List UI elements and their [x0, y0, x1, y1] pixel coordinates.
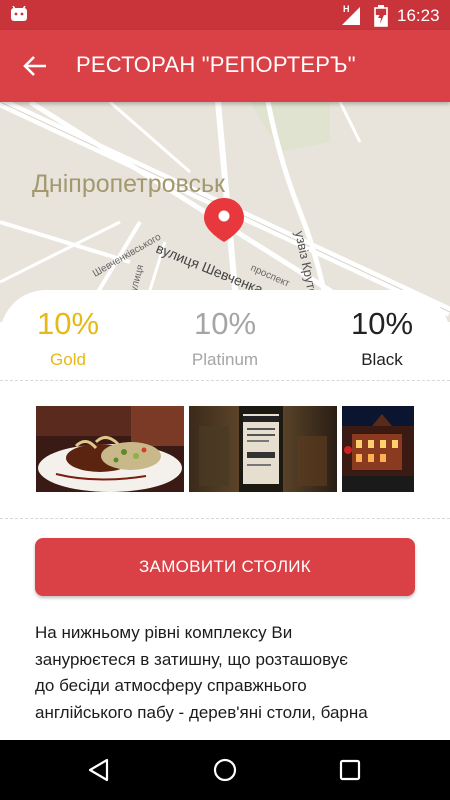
system-nav-bar: [0, 740, 450, 800]
bottle-photo[interactable]: [189, 406, 337, 492]
photo-gallery[interactable]: [36, 406, 450, 492]
nav-back-icon[interactable]: [84, 755, 114, 785]
map-view[interactable]: узвіз Крутогірний вулиця Шевченка проспе…: [0, 102, 450, 322]
map-roads: узвіз Крутогірний вулиця Шевченка проспе…: [0, 102, 450, 322]
restaurant-description: На нижньому рівні комплексу Ви занурюєте…: [35, 620, 425, 726]
tier-label: Black: [361, 350, 403, 369]
app-bar: РЕСТОРАН "РЕПОРТЕРЪ": [0, 30, 450, 102]
description-line: На нижньому рівні комплексу Ви: [35, 623, 293, 642]
description-line: до бесіди атмосферу справжнього: [35, 676, 307, 695]
description-line: занурюєтеся в затишну, що розташовує: [35, 649, 348, 669]
page-title: РЕСТОРАН "РЕПОРТЕРЪ": [76, 52, 356, 77]
tier-gold: 10% Gold: [3, 304, 133, 370]
tier-percent: 10%: [350, 306, 414, 341]
battery-icon: [374, 5, 388, 27]
tier-black: 10% Black: [317, 304, 447, 370]
screen: H 16:23 РЕСТОРАН "РЕПОРТЕРЪ" узвіз Круто…: [0, 0, 450, 800]
tier-percent: 10%: [193, 306, 257, 341]
tier-percent: 10%: [36, 306, 100, 341]
nav-home-icon[interactable]: [210, 755, 240, 785]
description-line: англійського пабу - дерев'яні столи, бар…: [35, 702, 368, 722]
discount-tiers: 10% Gold 10% Platinum 10% Black: [0, 304, 450, 374]
tier-platinum: 10% Platinum: [160, 304, 290, 370]
tier-label: Gold: [50, 350, 86, 369]
dish-photo[interactable]: [36, 406, 184, 492]
arrow-back-icon[interactable]: [20, 51, 50, 81]
map-city-label: Дніпропетровськ: [32, 170, 225, 198]
restaurant-info-card: 10% Gold 10% Platinum 10% Black ЗАМОВИТИ…: [0, 290, 450, 740]
nav-recents-icon[interactable]: [335, 755, 365, 785]
status-bar: H 16:23: [0, 0, 450, 30]
clock: 16:23: [397, 6, 440, 25]
building-photo[interactable]: [342, 406, 414, 492]
android-icon: [11, 6, 27, 21]
divider: [0, 380, 450, 381]
divider: [0, 518, 450, 519]
book-table-button[interactable]: ЗАМОВИТИ СТОЛИК: [35, 538, 415, 596]
network-type-label: H: [343, 4, 350, 14]
tier-label: Platinum: [191, 350, 259, 369]
